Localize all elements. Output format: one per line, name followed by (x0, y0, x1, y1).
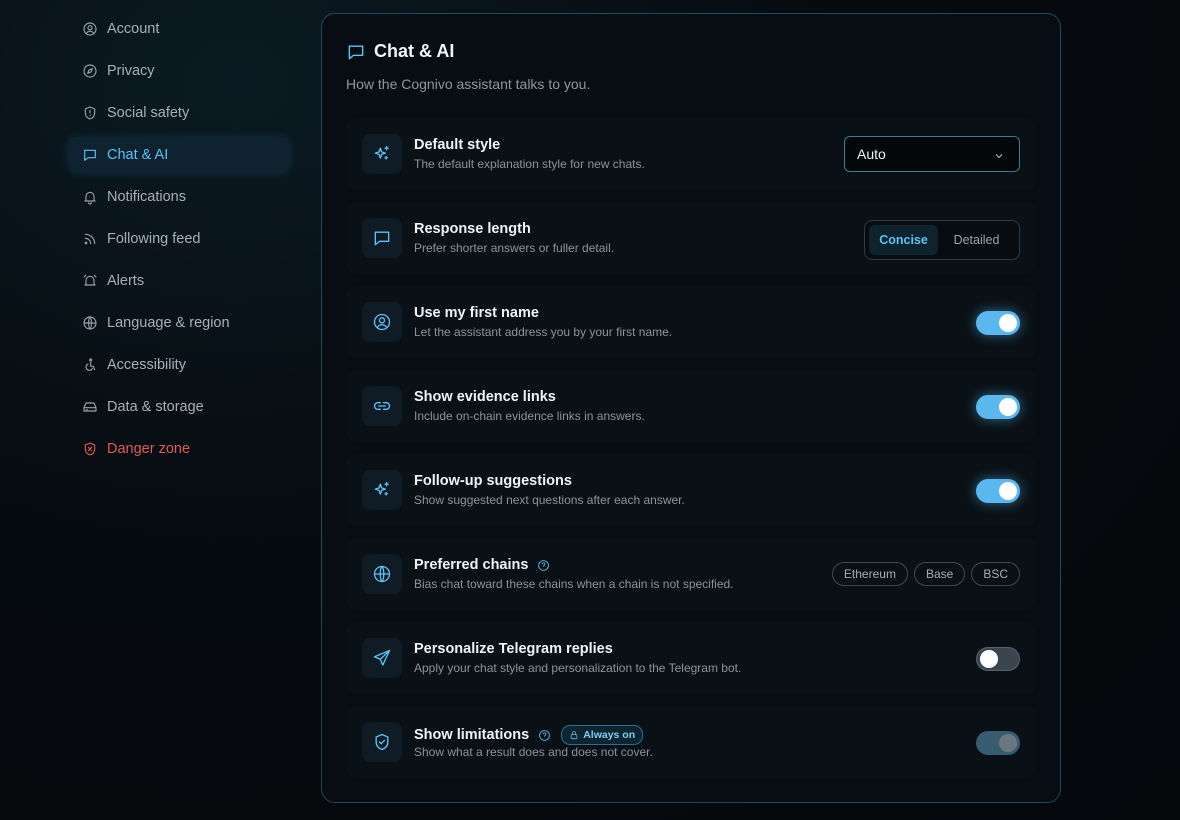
rss-icon (82, 231, 98, 247)
sidebar-item-account[interactable]: Account (68, 11, 290, 47)
select-value: Auto (857, 146, 886, 162)
sidebar-item-social-safety[interactable]: Social safety (68, 95, 290, 131)
toggle-knob (999, 398, 1017, 416)
setting-description: Prefer shorter answers or fuller detail. (414, 241, 615, 255)
follow-up-toggle[interactable] (976, 479, 1020, 503)
setting-description: Bias chat toward these chains when a cha… (414, 577, 734, 591)
drive-icon (82, 399, 98, 415)
toggle-knob (980, 650, 998, 668)
send-icon (362, 638, 402, 678)
help-icon[interactable] (537, 559, 550, 572)
sidebar-item-notifications[interactable]: Notifications (68, 179, 290, 215)
panel-subtitle: How the Cognivo assistant talks to you. (346, 76, 591, 92)
setting-description: Show suggested next questions after each… (414, 493, 685, 507)
chat-icon (82, 147, 98, 163)
sidebar-item-label: Accessibility (107, 357, 186, 373)
settings-sidebar: Account Privacy Social safety Chat & AI … (68, 11, 290, 473)
user-circle-icon (82, 21, 98, 37)
sidebar-item-danger-zone[interactable]: Danger zone (68, 431, 290, 467)
shield-check-icon (362, 722, 402, 762)
chain-chip-base[interactable]: Base (913, 562, 966, 586)
alarm-icon (82, 273, 98, 289)
danger-shield-icon (82, 441, 98, 457)
sidebar-item-label: Language & region (107, 315, 230, 331)
panel-title-text: Chat & AI (374, 41, 455, 61)
toggle-knob (999, 314, 1017, 332)
panel-title: Chat & AI (346, 41, 454, 62)
sidebar-item-chat-ai[interactable]: Chat & AI (68, 137, 290, 173)
setting-title: Show limitations Always on (414, 725, 644, 745)
setting-description: Apply your chat style and personalizatio… (414, 661, 742, 675)
chat-icon (348, 44, 364, 59)
chevron-down-icon (993, 149, 1005, 161)
setting-title: Show evidence links (414, 389, 556, 405)
setting-description: Show what a result does and does not cov… (414, 745, 653, 759)
sparkles-icon (362, 134, 402, 174)
sidebar-item-label: Following feed (107, 231, 201, 247)
help-icon[interactable] (538, 729, 551, 742)
setting-row-follow-up: Follow-up suggestions Show suggested nex… (346, 454, 1036, 526)
chat-icon (362, 218, 402, 258)
segment-concise[interactable]: Concise (869, 225, 939, 255)
sidebar-item-data-storage[interactable]: Data & storage (68, 389, 290, 425)
sidebar-item-alerts[interactable]: Alerts (68, 263, 290, 299)
sidebar-item-following-feed[interactable]: Following feed (68, 221, 290, 257)
setting-row-first-name: Use my first name Let the assistant addr… (346, 286, 1036, 358)
setting-row-preferred-chains: Preferred chains Bias chat toward these … (346, 538, 1036, 610)
setting-row-evidence-links: Show evidence links Include on-chain evi… (346, 370, 1036, 442)
sidebar-item-language-region[interactable]: Language & region (68, 305, 290, 341)
sidebar-item-label: Danger zone (107, 441, 191, 457)
setting-title: Response length (414, 221, 531, 237)
accessibility-icon (82, 357, 98, 373)
shield-icon (82, 105, 98, 121)
setting-title: Preferred chains (414, 557, 550, 573)
sidebar-item-accessibility[interactable]: Accessibility (68, 347, 290, 383)
setting-title-text: Show limitations (414, 727, 530, 743)
sidebar-item-label: Social safety (107, 105, 190, 121)
limitations-toggle (976, 731, 1020, 755)
setting-row-default-style: Default style The default explanation st… (346, 118, 1036, 190)
first-name-toggle[interactable] (976, 311, 1020, 335)
setting-title: Follow-up suggestions (414, 473, 572, 489)
setting-title-text: Preferred chains (414, 557, 529, 573)
badge-label: Always on (583, 729, 636, 741)
compass-icon (82, 63, 98, 79)
sidebar-item-label: Chat & AI (107, 147, 169, 163)
sidebar-item-label: Alerts (107, 273, 145, 289)
toggle-knob (999, 482, 1017, 500)
setting-description: The default explanation style for new ch… (414, 157, 645, 171)
setting-row-limitations: Show limitations Always on Show what a r… (346, 706, 1036, 778)
setting-description: Let the assistant address you by your fi… (414, 325, 673, 339)
settings-list: Default style The default explanation st… (346, 118, 1036, 790)
segment-detailed[interactable]: Detailed (938, 225, 1015, 255)
chain-chip-ethereum[interactable]: Ethereum (831, 562, 908, 586)
bell-icon (82, 189, 98, 205)
setting-row-response-length: Response length Prefer shorter answers o… (346, 202, 1036, 274)
default-style-select[interactable]: Auto (844, 136, 1020, 172)
chain-chips: Ethereum Base BSC (826, 562, 1020, 586)
always-on-badge: Always on (561, 725, 644, 745)
lock-icon (570, 731, 578, 740)
sparkles-icon (362, 470, 402, 510)
setting-title: Personalize Telegram replies (414, 641, 613, 657)
setting-description: Include on-chain evidence links in answe… (414, 409, 645, 423)
setting-title: Default style (414, 137, 501, 153)
globe-icon (362, 554, 402, 594)
toggle-knob (999, 734, 1017, 752)
chat-ai-settings-panel: Chat & AI How the Cognivo assistant talk… (321, 13, 1061, 803)
link-icon (362, 386, 402, 426)
sidebar-item-label: Privacy (107, 63, 155, 79)
sidebar-item-label: Notifications (107, 189, 186, 205)
sidebar-item-label: Account (107, 21, 160, 37)
sidebar-item-label: Data & storage (107, 399, 204, 415)
sidebar-item-privacy[interactable]: Privacy (68, 53, 290, 89)
chain-chip-bsc[interactable]: BSC (971, 562, 1020, 586)
telegram-toggle[interactable] (976, 647, 1020, 671)
user-circle-icon (362, 302, 402, 342)
evidence-links-toggle[interactable] (976, 395, 1020, 419)
setting-row-telegram: Personalize Telegram replies Apply your … (346, 622, 1036, 694)
globe-icon (82, 315, 98, 331)
response-length-segmented-control: Concise Detailed (864, 220, 1020, 260)
setting-title: Use my first name (414, 305, 539, 321)
